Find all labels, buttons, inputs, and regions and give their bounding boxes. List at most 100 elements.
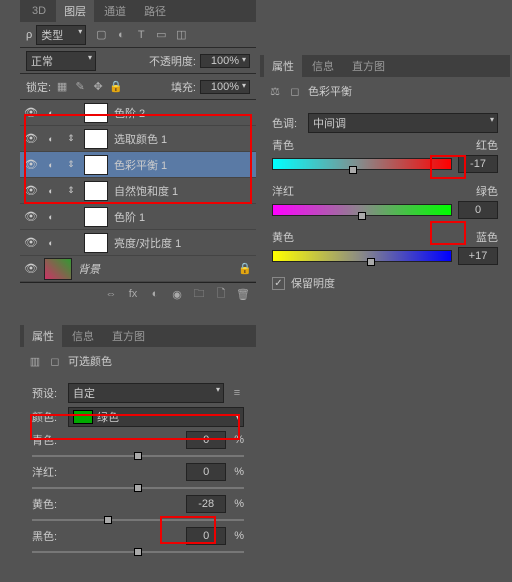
layer-row[interactable]: 👁 ◐ ⇕ 选取颜色 1 [20,126,256,152]
color-slider[interactable] [272,158,452,170]
new-layer-icon[interactable]: 🗋 [214,287,228,301]
fill-label: 填充: [171,79,196,95]
slider-handle[interactable] [134,484,142,492]
color-slider[interactable] [272,204,452,216]
slider-track[interactable] [32,551,244,553]
preserve-luminosity-checkbox[interactable]: ✓ [272,277,285,290]
layer-name[interactable]: 色阶 2 [114,105,252,121]
layer-row[interactable]: 👁 ◐ 亮度/对比度 1 [20,230,256,256]
layer-name[interactable]: 选取颜色 1 [114,131,252,147]
visibility-toggle[interactable]: 👁 [24,210,38,223]
lock-transparency-icon[interactable]: ▦ [55,80,69,94]
mask-thumbnail[interactable] [84,155,108,175]
slider-handle[interactable] [349,166,357,174]
lock-row: 锁定: ▦ ✎ ✥ 🔒 填充: 100% [20,74,256,100]
slider-right-label: 蓝色 [476,229,498,245]
slider-handle[interactable] [104,516,112,524]
visibility-toggle[interactable]: 👁 [24,158,38,171]
mask-thumbnail[interactable] [84,103,108,123]
layer-list: 👁 ◐ 色阶 2👁 ◐ ⇕ 选取颜色 1👁 ◐ ⇕ 色彩平衡 1👁 ◐ ⇕ 自然… [20,100,256,256]
layer-name[interactable]: 色彩平衡 1 [114,157,252,173]
tab-properties[interactable]: 属性 [264,55,302,77]
tab-3d[interactable]: 3D [24,2,54,20]
slider-track[interactable] [32,519,244,521]
mask-thumbnail[interactable] [84,129,108,149]
tab-channels[interactable]: 通道 [96,0,134,22]
visibility-toggle[interactable]: 👁 [24,106,38,119]
visibility-toggle[interactable]: 👁 [24,262,38,275]
tab-properties[interactable]: 属性 [24,325,62,347]
slider-value-input[interactable]: 0 [186,527,226,545]
tab-paths[interactable]: 路径 [136,0,174,22]
tab-layers[interactable]: 图层 [56,0,94,22]
filter-smart-icon[interactable]: ◫ [174,28,188,42]
link-icon[interactable]: ⇔ [104,287,118,301]
opacity-input[interactable]: 100% [200,54,250,68]
slider-value-input[interactable]: 0 [186,463,226,481]
properties-selective-color-panel: 属性 信息 直方图 ▥ ◻ 可选颜色 预设: 自定 ≡ 颜色: 绿色 青色: 0… [20,325,256,580]
mask-thumbnail[interactable] [84,181,108,201]
visibility-toggle[interactable]: 👁 [24,236,38,249]
color-select-value: 绿色 [97,409,119,425]
lock-all-icon[interactable]: 🔒 [109,80,123,94]
filter-shape-icon[interactable]: ▭ [154,28,168,42]
filter-image-icon[interactable]: ▢ [94,28,108,42]
trash-icon[interactable]: 🗑 [236,287,250,301]
slider-track[interactable] [32,455,244,457]
background-layer-row[interactable]: 👁 背景 🔒 [20,256,256,282]
adjustment-badge-icon: ◐ [44,186,58,196]
tab-info[interactable]: 信息 [304,55,342,77]
color-slider[interactable] [272,250,452,262]
percent-label: % [234,498,244,510]
slider-handle[interactable] [134,548,142,556]
tab-histogram[interactable]: 直方图 [344,55,393,77]
mask-icon[interactable]: ◐ [148,287,162,301]
slider-value-input[interactable]: -17 [458,155,498,173]
percent-label: % [234,530,244,542]
slider-handle[interactable] [358,212,366,220]
filter-text-icon[interactable]: T [134,28,148,42]
blend-mode-select[interactable]: 正常 [26,51,96,71]
layer-name[interactable]: 自然饱和度 1 [114,183,252,199]
opacity-label: 不透明度: [149,53,196,69]
props-right-tabs: 属性 信息 直方图 [260,55,510,77]
slider-value-input[interactable]: +17 [458,247,498,265]
visibility-toggle[interactable]: 👁 [24,184,38,197]
slider-handle[interactable] [367,258,375,266]
adjustment-icon[interactable]: ◉ [170,287,184,301]
layer-thumbnail [44,258,72,280]
layer-row[interactable]: 👁 ◐ ⇕ 自然饱和度 1 [20,178,256,204]
tab-histogram[interactable]: 直方图 [104,325,153,347]
layer-row[interactable]: 👁 ◐ ⇕ 色彩平衡 1 [20,152,256,178]
mask-view-icon[interactable]: ◻ [288,84,302,98]
lock-paint-icon[interactable]: ✎ [73,80,87,94]
fx-icon[interactable]: fx [126,287,140,301]
slider-handle[interactable] [134,452,142,460]
layer-row[interactable]: 👁 ◐ 色阶 2 [20,100,256,126]
visibility-toggle[interactable]: 👁 [24,132,38,145]
lock-move-icon[interactable]: ✥ [91,80,105,94]
tone-select[interactable]: 中间调 [308,113,498,133]
mask-thumbnail[interactable] [84,233,108,253]
preset-menu-icon[interactable]: ≡ [230,386,244,400]
color-select[interactable]: 绿色 [68,407,244,427]
layer-name[interactable]: 色阶 1 [114,209,252,225]
folder-icon[interactable]: 🗀 [192,287,206,301]
slider-track[interactable] [32,487,244,489]
filter-adjust-icon[interactable]: ◐ [114,28,128,42]
layer-row[interactable]: 👁 ◐ 色阶 1 [20,204,256,230]
props-bottom-header: ▥ ◻ 可选颜色 [20,347,256,375]
tab-info[interactable]: 信息 [64,325,102,347]
preset-select[interactable]: 自定 [68,383,224,403]
slider-value-input[interactable]: -28 [186,495,226,513]
preset-label: 预设: [32,385,62,401]
fill-input[interactable]: 100% [200,80,250,94]
tone-label: 色调: [272,115,302,131]
layer-name[interactable]: 亮度/对比度 1 [114,235,252,251]
slider-value-input[interactable]: 0 [458,201,498,219]
mask-view-icon[interactable]: ◻ [48,354,62,368]
slider-value-input[interactable]: 0 [186,431,226,449]
percent-label: % [234,466,244,478]
mask-thumbnail[interactable] [84,207,108,227]
filter-kind-select[interactable]: 类型 [36,25,86,45]
